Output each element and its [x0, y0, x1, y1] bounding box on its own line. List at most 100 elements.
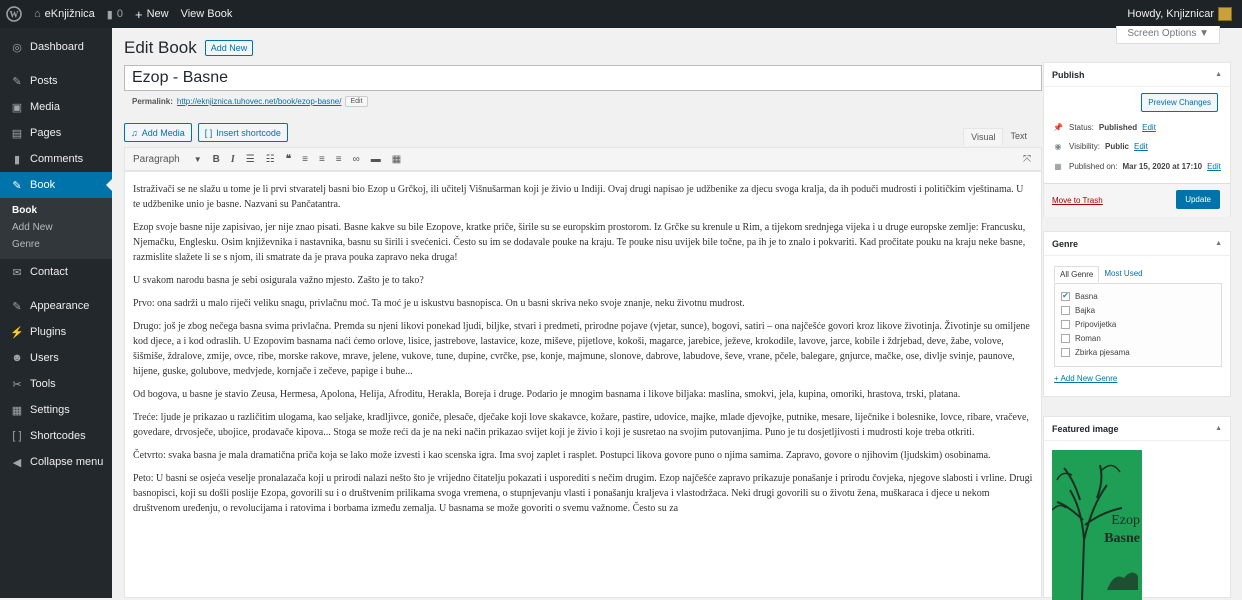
menu-label: Media: [30, 101, 60, 113]
view-book-link[interactable]: View Book: [175, 0, 239, 28]
published-value: Mar 15, 2020 at 17:10: [1122, 162, 1203, 171]
paragraph: Treće: ljude je prikazao u različitim ul…: [133, 412, 1029, 438]
howdy-text: Howdy, Knjiznicar: [1127, 8, 1214, 20]
menu-appearance[interactable]: ✎ Appearance: [0, 293, 112, 319]
menu-label: Comments: [30, 153, 84, 165]
new-content-link[interactable]: + New: [129, 0, 175, 28]
collapse-icon: ◀: [12, 456, 22, 469]
menu-label: Collapse menu: [30, 456, 104, 468]
checkbox-checked[interactable]: ✔: [1061, 291, 1070, 301]
post-title-input[interactable]: Ezop - Basne: [124, 65, 1042, 91]
checkbox[interactable]: [1061, 305, 1070, 315]
caret-up-icon[interactable]: ▲: [1215, 71, 1222, 78]
update-button[interactable]: Update: [1176, 190, 1220, 209]
menu-plugins[interactable]: ⚡ Plugins: [0, 319, 112, 345]
publish-title: Publish: [1052, 69, 1085, 80]
blockquote-icon[interactable]: ❝: [286, 154, 291, 165]
preview-changes-button[interactable]: Preview Changes: [1141, 93, 1218, 112]
checkbox[interactable]: [1061, 347, 1070, 357]
numbered-list-icon[interactable]: ☷: [266, 154, 275, 165]
submenu-book[interactable]: Book: [0, 202, 112, 219]
menu-comments[interactable]: ▮ Comments: [0, 146, 112, 172]
add-media-button[interactable]: ♫ Add Media: [124, 123, 192, 142]
align-right-icon[interactable]: ≡: [336, 154, 342, 165]
italic-icon[interactable]: I: [231, 154, 235, 165]
editor-toolbar: Paragraph ▼ B I ☰ ☷ ❝ ≡ ≡ ≡ ∞ ▬ ▦ ⤧: [124, 147, 1042, 171]
book-icon: ✎: [12, 179, 22, 192]
permalink-edit-button[interactable]: Edit: [345, 96, 368, 107]
menu-pages[interactable]: ▤ Pages: [0, 120, 112, 146]
bullet-list-icon[interactable]: ☰: [246, 154, 255, 165]
genre-label: Zbirka pjesama: [1075, 347, 1130, 357]
visibility-edit-link[interactable]: Edit: [1134, 142, 1148, 151]
caret-up-icon[interactable]: ▲: [1215, 425, 1222, 432]
insert-shortcode-button[interactable]: [ ] Insert shortcode: [197, 123, 288, 142]
genre-item[interactable]: Pripovijetka: [1061, 317, 1215, 331]
comments-link[interactable]: ▮ 0: [101, 0, 129, 28]
permalink-url[interactable]: http://eknjiznica.tuhovec.net/book/ezop-…: [177, 97, 342, 106]
genre-label: Pripovijetka: [1075, 319, 1117, 329]
site-name-link[interactable]: ⌂ eKnjižnica: [28, 0, 101, 28]
genre-item[interactable]: Roman: [1061, 331, 1215, 345]
page-title: Edit Book: [124, 38, 197, 57]
menu-label: Posts: [30, 75, 58, 87]
menu-book[interactable]: ✎ Book: [0, 172, 112, 198]
paragraph: Od bogova, u basne je stavio Zeusa, Herm…: [133, 389, 961, 400]
admin-bar: W ⌂ eKnjižnica ▮ 0 + New View Book Howdy…: [0, 0, 1242, 28]
add-new-button[interactable]: Add New: [204, 40, 254, 56]
bold-icon[interactable]: B: [213, 154, 220, 165]
format-select[interactable]: Paragraph ▼: [133, 154, 202, 165]
paragraph: U svakom narodu basna je sebi osigurala …: [133, 275, 424, 286]
align-center-icon[interactable]: ≡: [319, 154, 325, 165]
submenu-genre[interactable]: Genre: [0, 236, 112, 253]
genre-label: Roman: [1075, 333, 1101, 343]
tab-text[interactable]: Text: [1003, 128, 1034, 145]
tab-most-used[interactable]: Most Used: [1099, 266, 1147, 282]
cover-title: Ezop: [1111, 513, 1140, 528]
featured-image[interactable]: Ezop Basne: [1052, 450, 1142, 600]
genre-title: Genre: [1052, 238, 1079, 249]
admin-sidebar: ◎ Dashboard ✎ Posts ▣ Media ▤ Pages ▮ Co…: [0, 28, 112, 598]
genre-item[interactable]: Zbirka pjesama: [1061, 345, 1215, 359]
submenu-add-new[interactable]: Add New: [0, 219, 112, 236]
tab-all-genre[interactable]: All Genre: [1054, 266, 1100, 282]
menu-label: Appearance: [30, 300, 90, 312]
add-new-genre-link[interactable]: + Add New Genre: [1054, 374, 1117, 383]
menu-collapse[interactable]: ◀ Collapse menu: [0, 449, 112, 475]
fullscreen-icon[interactable]: ⤧: [1023, 154, 1041, 165]
wp-logo-icon[interactable]: W: [0, 0, 28, 28]
move-to-trash-link[interactable]: Move to Trash: [1052, 196, 1103, 205]
paragraph: Drugo: još je zbog nečega basna svima pr…: [133, 321, 1030, 377]
featured-image-header[interactable]: Featured image ▲: [1044, 417, 1230, 441]
link-icon[interactable]: ∞: [353, 154, 360, 165]
calendar-icon: ▦: [1054, 162, 1062, 171]
menu-tools[interactable]: ✂ Tools: [0, 371, 112, 397]
menu-users[interactable]: ☻ Users: [0, 345, 112, 371]
editor-content-area[interactable]: Istraživači se ne slažu u tome je li prv…: [124, 171, 1042, 598]
published-edit-link[interactable]: Edit: [1207, 162, 1221, 171]
genre-label: Bajka: [1075, 305, 1096, 315]
status-edit-link[interactable]: Edit: [1142, 123, 1156, 132]
account-menu[interactable]: Howdy, Knjiznicar: [1121, 0, 1242, 28]
menu-contact[interactable]: ✉ Contact: [0, 259, 112, 285]
checkbox[interactable]: [1061, 319, 1070, 329]
publish-box-header[interactable]: Publish ▲: [1044, 63, 1230, 87]
menu-label: Book: [30, 179, 56, 191]
menu-shortcodes[interactable]: [ ] Shortcodes: [0, 423, 112, 449]
toolbar-toggle-icon[interactable]: ▦: [392, 154, 401, 165]
tab-visual[interactable]: Visual: [963, 128, 1004, 145]
shortcode-icon: [ ]: [204, 127, 213, 138]
screen-options-button[interactable]: Screen Options ▼: [1116, 26, 1220, 44]
menu-posts[interactable]: ✎ Posts: [0, 68, 112, 94]
caret-up-icon[interactable]: ▲: [1215, 240, 1222, 247]
more-tag-icon[interactable]: ▬: [371, 154, 381, 165]
menu-dashboard[interactable]: ◎ Dashboard: [0, 34, 112, 60]
genre-item[interactable]: Bajka: [1061, 303, 1215, 317]
publish-actions: Move to Trash Update: [1044, 183, 1230, 217]
checkbox[interactable]: [1061, 333, 1070, 343]
menu-settings[interactable]: ▦ Settings: [0, 397, 112, 423]
align-left-icon[interactable]: ≡: [302, 154, 308, 165]
genre-item[interactable]: ✔ Basna: [1061, 289, 1215, 303]
genre-box-header[interactable]: Genre ▲: [1044, 232, 1230, 256]
menu-media[interactable]: ▣ Media: [0, 94, 112, 120]
